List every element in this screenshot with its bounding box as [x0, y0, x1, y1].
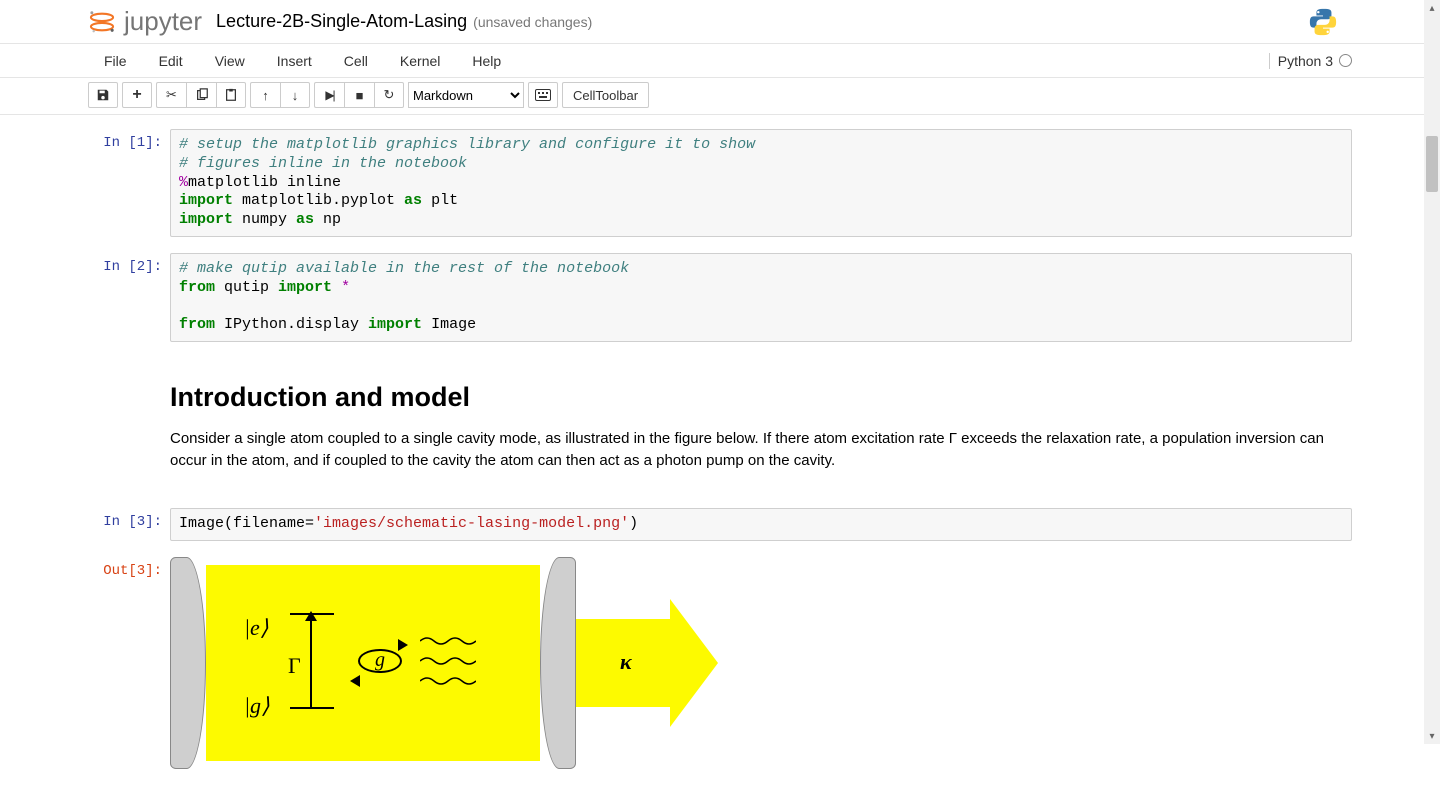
output-beam-arrow-icon — [670, 599, 718, 727]
add-cell-button[interactable]: + — [122, 82, 152, 108]
notebook-header: jupyter Lecture-2B-Single-Atom-Lasing (u… — [0, 0, 1440, 44]
md-paragraph: Consider a single atom coupled to a sing… — [170, 428, 1352, 473]
photon-wave-icon — [420, 677, 476, 685]
output-prompt: Out[3]: — [88, 557, 170, 579]
code-input[interactable]: Image(filename='images/schematic-lasing-… — [170, 508, 1352, 541]
ket-e-label: |e⟩ — [244, 615, 268, 641]
stop-icon: ■ — [356, 88, 364, 103]
code-input[interactable]: # make qutip available in the rest of th… — [170, 253, 1352, 342]
photon-wave-icon — [420, 657, 476, 665]
move-up-button[interactable]: ↑ — [250, 82, 280, 108]
notebook-name[interactable]: Lecture-2B-Single-Atom-Lasing — [216, 11, 467, 32]
g-arrow-left-icon — [350, 675, 360, 687]
menu-cell[interactable]: Cell — [328, 45, 384, 77]
output-cell: Out[3]: |e⟩ |g⟩ Γ g — [88, 557, 1352, 769]
ket-g-label: |g⟩ — [244, 693, 270, 719]
toolbar: + ✂ ↑ ↓ ▶| ■ — [0, 78, 1440, 115]
pump-arrow-icon — [310, 613, 312, 709]
mirror-right — [540, 557, 576, 769]
menu-view[interactable]: View — [199, 45, 261, 77]
energy-level-g — [290, 707, 334, 709]
input-prompt: In [1]: — [88, 129, 170, 151]
vertical-scrollbar[interactable]: ▴ ▾ — [1424, 0, 1440, 744]
gamma-label: Γ — [288, 653, 301, 679]
notebook-container: In [1]: # setup the matplotlib graphics … — [0, 115, 1440, 805]
coupling-g-label: g — [358, 649, 402, 673]
restart-button[interactable]: ↻ — [374, 82, 404, 108]
cut-icon: ✂ — [166, 87, 177, 103]
command-palette-button[interactable] — [528, 82, 558, 108]
paste-button[interactable] — [216, 82, 246, 108]
scrollbar-thumb[interactable] — [1426, 136, 1438, 192]
jupyter-logo-icon — [88, 10, 116, 34]
copy-button[interactable] — [186, 82, 216, 108]
output-image-schematic: |e⟩ |g⟩ Γ g κ — [170, 557, 718, 769]
menu-kernel[interactable]: Kernel — [384, 45, 456, 77]
celltype-select[interactable]: Code Markdown Raw NBConvert Heading — [408, 82, 524, 108]
save-status: (unsaved changes) — [473, 14, 592, 30]
md-heading: Introduction and model — [170, 382, 1352, 413]
arrow-down-icon: ↓ — [292, 88, 299, 103]
celltoolbar-button[interactable]: CellToolbar — [562, 82, 649, 108]
code-cell[interactable]: In [3]: Image(filename='images/schematic… — [88, 508, 1352, 541]
menu-insert[interactable]: Insert — [261, 45, 328, 77]
kernel-indicator: Python 3 — [1269, 53, 1352, 69]
step-forward-icon: ▶| — [325, 88, 333, 102]
stop-button[interactable]: ■ — [344, 82, 374, 108]
plus-icon: + — [132, 86, 141, 104]
scroll-down-icon[interactable]: ▾ — [1424, 728, 1440, 744]
code-cell[interactable]: In [2]: # make qutip available in the re… — [88, 253, 1352, 342]
paste-icon — [224, 88, 238, 102]
run-button[interactable]: ▶| — [314, 82, 344, 108]
brand[interactable]: jupyter — [10, 6, 202, 37]
copy-icon — [195, 88, 209, 102]
kernel-idle-icon — [1339, 54, 1352, 67]
menubar: File Edit View Insert Cell Kernel Help P… — [0, 44, 1440, 78]
input-prompt: In [2]: — [88, 253, 170, 275]
markdown-cell[interactable]: Introduction and model Consider a single… — [88, 358, 1352, 492]
restart-icon: ↻ — [384, 87, 395, 103]
menu-help[interactable]: Help — [456, 45, 517, 77]
keyboard-icon — [535, 89, 551, 101]
code-input[interactable]: # setup the matplotlib graphics library … — [170, 129, 1352, 237]
arrow-up-icon: ↑ — [262, 88, 269, 103]
cut-button[interactable]: ✂ — [156, 82, 186, 108]
input-prompt: In [3]: — [88, 508, 170, 530]
g-arrow-right-icon — [398, 639, 408, 651]
menu-edit[interactable]: Edit — [143, 45, 199, 77]
photon-wave-icon — [420, 637, 476, 645]
code-cell[interactable]: In [1]: # setup the matplotlib graphics … — [88, 129, 1352, 237]
kappa-label: κ — [620, 649, 632, 675]
menu-file[interactable]: File — [88, 45, 143, 77]
empty-prompt — [88, 358, 170, 364]
save-icon — [96, 88, 110, 102]
move-down-button[interactable]: ↓ — [280, 82, 310, 108]
save-button[interactable] — [88, 82, 118, 108]
python-logo-icon — [1308, 7, 1338, 37]
scroll-up-icon[interactable]: ▴ — [1424, 0, 1440, 16]
brand-text: jupyter — [124, 6, 202, 37]
kernel-name: Python 3 — [1278, 53, 1333, 69]
mirror-left — [170, 557, 206, 769]
